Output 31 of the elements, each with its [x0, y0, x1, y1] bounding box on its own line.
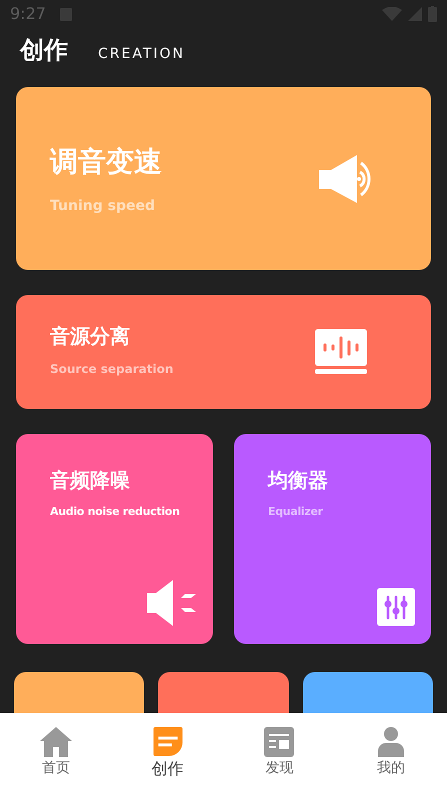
card-title: 音频降噪	[50, 470, 131, 490]
wifi-icon	[382, 7, 402, 21]
feature-card[interactable]	[14, 672, 144, 713]
page-subtitle: CREATION	[98, 47, 186, 61]
news-icon	[264, 727, 294, 757]
nav-tab[interactable]: 创作	[112, 727, 224, 781]
status-time: 9:27	[10, 3, 46, 25]
nav-tab[interactable]: 首页	[0, 727, 112, 781]
feature-card[interactable]	[302, 672, 433, 713]
feature-card[interactable]: 音频降噪 Audio noise reduction	[16, 434, 213, 644]
card-subtitle: Source separation	[50, 361, 174, 378]
waveform-icon	[315, 329, 367, 375]
nav-tab[interactable]: 发现	[224, 727, 336, 781]
page-title: 创作	[20, 38, 68, 62]
feature-card[interactable]: 均衡器 Equalizer	[234, 434, 431, 644]
card-subtitle: Equalizer	[268, 504, 324, 520]
card-title: 调音变速	[50, 148, 162, 176]
card-title: 均衡器	[268, 470, 329, 490]
battery-icon	[428, 6, 437, 22]
notification-icon	[60, 8, 72, 20]
person-icon	[378, 727, 404, 757]
card-subtitle: Tuning speed	[50, 197, 156, 216]
card-subtitle: Audio noise reduction	[50, 504, 181, 520]
feature-card[interactable]	[158, 672, 289, 713]
home-icon	[40, 727, 72, 757]
nav-tab[interactable]: 我的	[335, 727, 447, 781]
card-title: 音源分离	[50, 326, 131, 346]
signal-icon	[408, 7, 422, 21]
speaker-noise-icon	[147, 580, 197, 626]
document-icon	[152, 727, 183, 756]
equalizer-icon	[377, 588, 415, 626]
